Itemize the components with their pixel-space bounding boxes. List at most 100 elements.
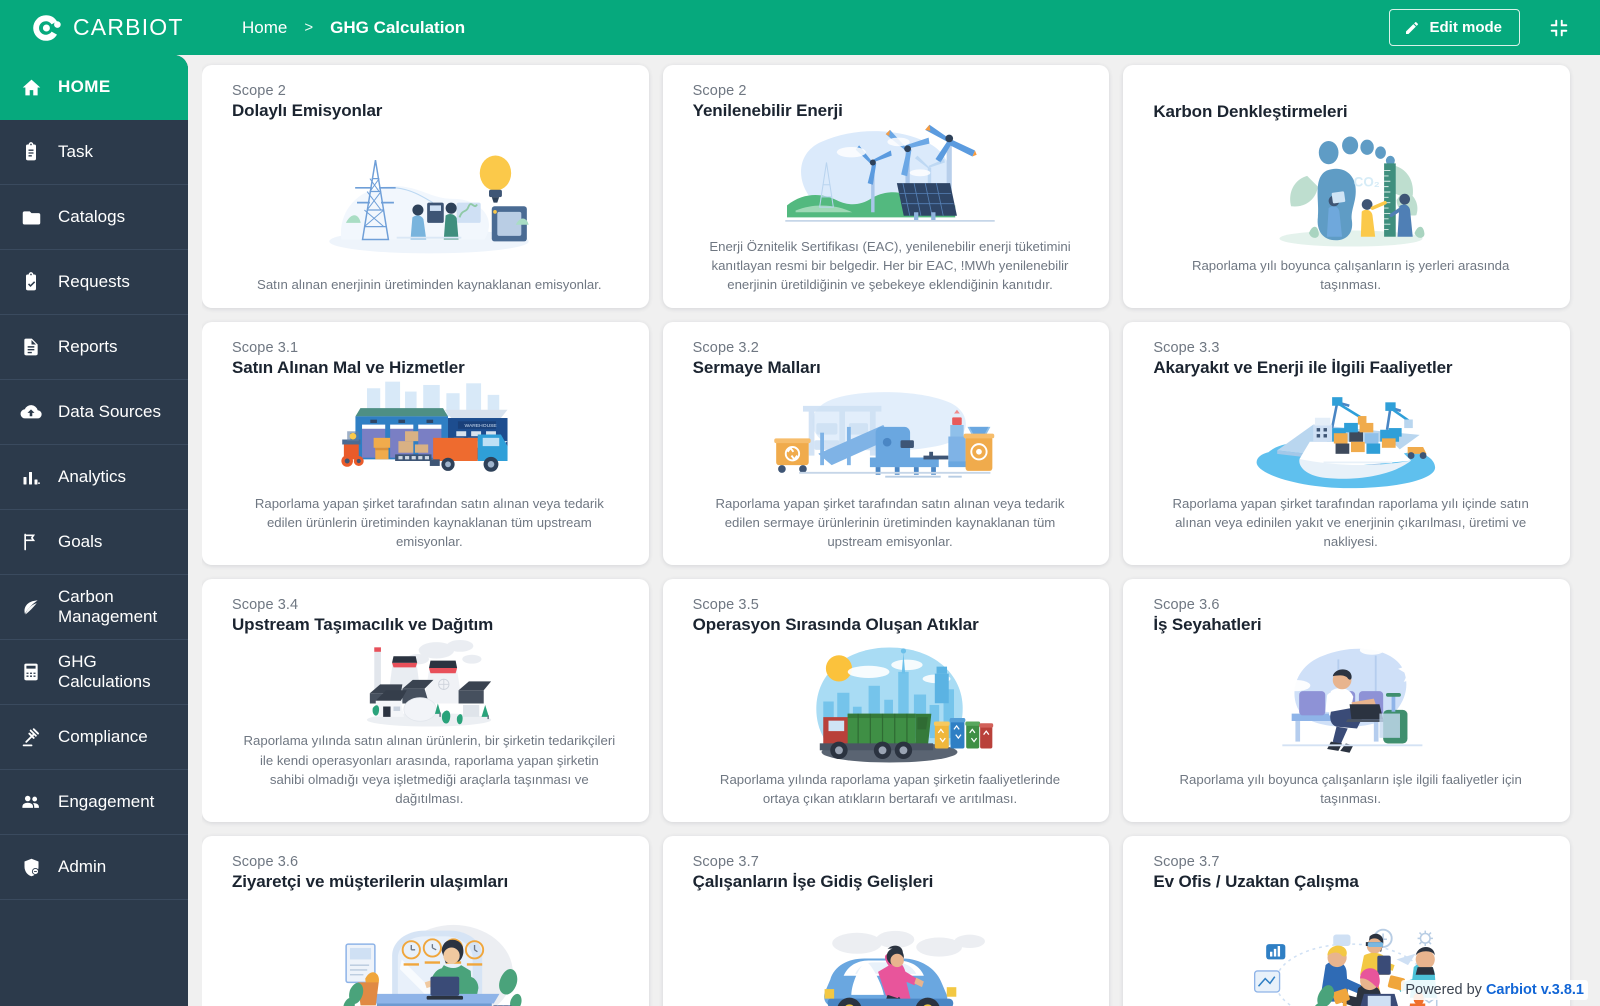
card-title: Sermaye Malları [692,358,821,377]
app-root: CARBIOT Home > GHG Calculation Edit mode [0,0,1600,1006]
card-description: Raporlama yılı boyunca çalışanların işle… [1179,771,1522,806]
sidebar-item-label: HOME [58,77,111,97]
sidebar-item-label: Compliance [58,727,148,747]
card-title: Upstream Taşımacılık ve Dağıtım [232,615,494,634]
card-scope-label: Scope 3.6 [232,854,299,870]
cloud-upload-icon [20,401,42,423]
card-scope-label: Scope 3.3 [1153,340,1220,356]
ghg-card[interactable]: Scope 3.6 İş Seyahatleri Raporlama yılı b… [1123,579,1570,822]
clipboard-icon [20,142,42,162]
sidebar-item-admin[interactable]: Admin [0,835,188,900]
sidebar-item-reports[interactable]: Reports [0,315,188,380]
sidebar-item-home[interactable]: HOME [0,55,188,120]
wind-solar-illustration [693,121,1088,237]
ghg-card[interactable]: Scope 3.3 Akaryakıt ve Enerji ile İlgili … [1123,322,1570,565]
breadcrumb: Home > GHG Calculation [242,18,465,38]
top-header: CARBIOT Home > GHG Calculation Edit mode [0,0,1600,55]
bar-chart-icon [20,467,42,487]
card-title: Operasyon Sırasında Oluşan Atıklar [692,615,979,634]
sidebar-item-goals[interactable]: Goals [0,510,188,575]
card-title: Satın Alınan Mal ve Hizmetler [232,358,465,377]
breadcrumb-home-link[interactable]: Home [242,18,287,38]
ghg-card[interactable]: Scope 3.6 Ziyaretçi ve müşterilerin ulaşı… [202,836,649,1006]
sidebar-item-data-sources[interactable]: Data Sources [0,380,188,445]
card-description: Enerji Öznitelik Sertifikası (EAC), yeni… [709,238,1071,292]
ghg-card[interactable]: Scope 3.1 Satın Alınan Mal ve Hizmetler W… [202,322,649,565]
main-content: Scope 2 Dolaylı Emisyonlar Satın alınan e… [202,55,1600,1006]
brand[interactable]: CARBIOT [30,12,212,44]
card-scope-label: Scope 2 [692,83,747,99]
carbiot-logo-icon [30,12,62,44]
edit-mode-label: Edit mode [1429,19,1502,36]
card-description: Raporlama yapan şirket tarafından satın … [254,495,604,549]
home-icon [20,77,42,98]
card-scope-label: Scope 3.6 [1153,597,1220,613]
card-title: Yenilenebilir Enerji [692,101,843,120]
commuting-car-illustration [693,892,1088,1006]
cargo-ship-port-illustration [1153,378,1548,494]
body-wrapper: HOME Task Catalogs Requests Reports Data Sour… [0,55,1600,1006]
document-icon [20,337,42,357]
sidebar-item-label: Data Sources [58,402,161,422]
leaf-icon [20,597,42,618]
sidebar-item-engagement[interactable]: Engagement [0,770,188,835]
sidebar-content-gutter [188,55,202,1006]
sidebar-item-label: Analytics [58,467,127,487]
flag-icon [20,532,42,552]
card-title: Ziyaretçi ve müşterilerin ulaşımları [232,872,509,891]
sidebar-item-label: Engagement [58,792,155,812]
sidebar-item-label: Goals [58,532,103,552]
warehouse-illustration: WAREHOUSE [232,378,627,494]
sidebar-item-ghg-calculations[interactable]: GHG Calculations [0,640,188,705]
hotel-reception-illustration [232,892,627,1006]
card-scope-label: Scope 3.2 [692,340,759,356]
sidebar-item-label: GHG Calculations [58,652,151,691]
calculator-icon [20,662,42,682]
card-description: Raporlama yılında satın alınan ürünlerin… [243,733,616,806]
sidebar-item-carbon-management[interactable]: Carbon Management [0,575,188,640]
card-title: Dolaylı Emisyonlar [232,101,383,120]
ghg-card-grid: Scope 2 Dolaylı Emisyonlar Satın alınan e… [202,65,1570,1006]
card-description: Raporlama yapan şirket tarafından raporl… [1172,495,1529,549]
card-title: Ev Ofis / Uzaktan Çalışma [1153,872,1359,891]
power-tower-illustration [232,121,627,275]
card-scope-label: Scope 3.4 [232,597,299,613]
header-actions: Edit mode [1389,9,1576,46]
collapse-icon[interactable] [1542,13,1576,43]
ghg-card[interactable]: Scope 2 Yenilenebilir Enerji Enerji Öznit… [662,65,1110,308]
card-title: Çalışanların İşe Gidiş Gelişleri [692,872,934,891]
gavel-icon [20,727,42,748]
sidebar-item-requests[interactable]: Requests [0,250,188,315]
svg-text:CO₂: CO₂ [1353,175,1379,190]
powered-by-footer: Powered by Carbiot v.3.8.1 [1401,980,1588,1000]
breadcrumb-current: GHG Calculation [330,17,466,37]
sidebar-item-label: Reports [58,337,118,357]
factory-machine-illustration [693,378,1088,494]
ghg-card[interactable]: Scope 3.5 Operasyon Sırasında Oluşan Atık… [662,579,1110,822]
business-travel-illustration [1153,635,1548,770]
sidebar-nav: HOME Task Catalogs Requests Reports Data Sour… [0,55,188,1006]
powered-prefix: Powered by [1405,982,1482,998]
sidebar-item-label: Admin [58,857,107,877]
sidebar-item-compliance[interactable]: Compliance [0,705,188,770]
card-scope-label: Scope 3.5 [692,597,759,613]
card-title: Karbon Denkleştirmeleri [1153,102,1348,121]
sidebar-item-task[interactable]: Task [0,120,188,185]
ghg-card[interactable]: Scope 3.7 Çalışanların İşe Gidiş Gelişler… [662,836,1110,1006]
ghg-card[interactable]: Scope 3.2 Sermaye Malları Raporlama yapan… [662,322,1110,565]
sidebar-item-analytics[interactable]: Analytics [0,445,188,510]
card-scope-label: Scope 3.1 [232,340,299,356]
edit-mode-button[interactable]: Edit mode [1389,9,1520,46]
pencil-icon [1404,20,1420,36]
folder-icon [20,207,42,228]
card-description: Raporlama yılı boyunca çalışanların iş y… [1191,257,1510,292]
people-icon [20,791,42,813]
power-plant-illustration [232,635,627,731]
ghg-card[interactable]: Scope 2 Dolaylı Emisyonlar Satın alınan e… [202,65,649,308]
ghg-card[interactable]: Scope 3.4 Upstream Taşımacılık ve Dağıtım… [202,579,649,822]
product-version-link[interactable]: Carbiot v.3.8.1 [1486,982,1584,998]
sidebar-item-catalogs[interactable]: Catalogs [0,185,188,250]
ghg-card[interactable]: Karbon Denkleştirmeleri CO₂ Raporlama yı… [1123,65,1570,308]
garbage-truck-illustration [693,635,1088,770]
card-title: Akaryakıt ve Enerji ile İlgili Faaliyetl… [1153,358,1453,377]
